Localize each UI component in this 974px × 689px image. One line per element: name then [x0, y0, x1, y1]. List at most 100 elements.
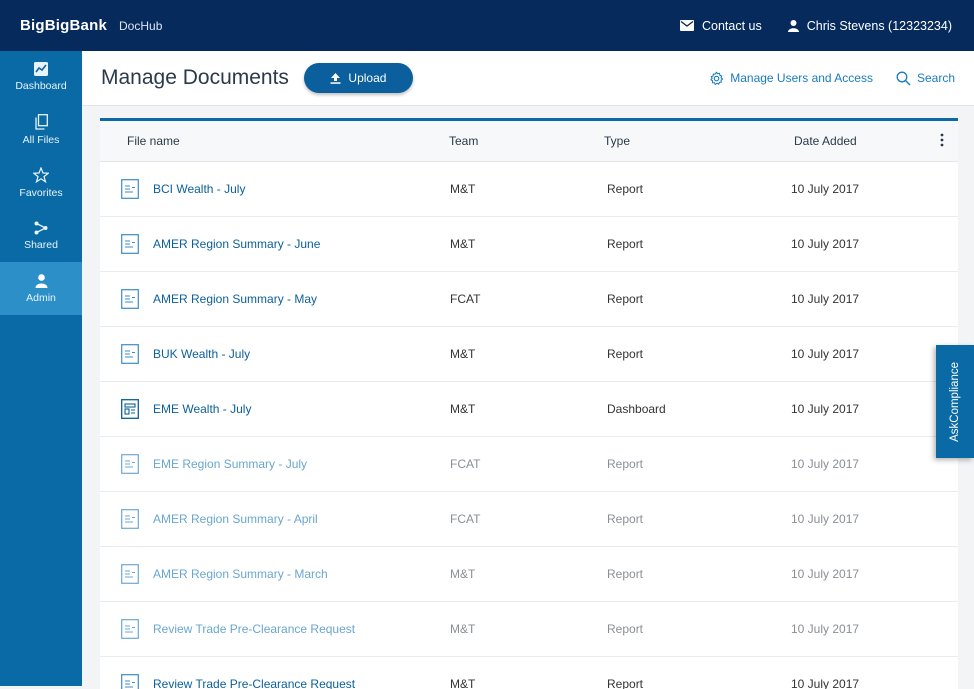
file-name-link[interactable]: BUK Wealth - July — [153, 327, 250, 381]
team-cell: M&T — [450, 402, 476, 416]
team-cell: M&T — [450, 677, 476, 689]
type-cell: Report — [607, 677, 644, 689]
share-icon — [34, 221, 48, 234]
document-icon — [121, 492, 139, 546]
top-right-links: Contact us Chris Stevens (12323234) — [680, 19, 952, 33]
date-added-cell: 10 July 2017 — [791, 677, 860, 689]
date-added-cell: 10 July 2017 — [791, 402, 860, 416]
document-icon — [121, 217, 139, 271]
type-cell: Report — [607, 512, 644, 526]
sidebar-item-label: Shared — [24, 238, 58, 251]
documents-table: File name Team Type Date Added BCI Wealt… — [100, 118, 958, 689]
document-icon — [121, 272, 139, 326]
file-name-link[interactable]: AMER Region Summary - April — [153, 492, 318, 546]
user-icon — [35, 273, 47, 288]
table-row[interactable]: AMER Region Summary - May FCAT Report 10 Ju… — [100, 272, 958, 327]
date-added-cell: 10 July 2017 — [791, 182, 860, 196]
more-options-icon[interactable] — [940, 133, 944, 147]
contact-us-label: Contact us — [702, 18, 762, 33]
type-cell: Report — [607, 457, 644, 471]
type-cell: Report — [607, 347, 644, 361]
team-cell: M&T — [450, 567, 476, 581]
table-row[interactable]: EME Wealth - July M&T Dashboard 10 July 201… — [100, 382, 958, 437]
user-icon — [787, 19, 799, 32]
file-name-link[interactable]: Review Trade Pre-Clearance Request — [153, 657, 355, 689]
table-row[interactable]: AMER Region Summary - March M&T Report 10 J… — [100, 547, 958, 602]
table-row[interactable]: Review Trade Pre-Clearance Request M&T Rep… — [100, 657, 958, 689]
search-link[interactable]: Search — [896, 71, 955, 86]
file-name-link[interactable]: EME Wealth - July — [153, 382, 251, 436]
search-icon — [896, 71, 911, 85]
date-added-cell: 10 July 2017 — [791, 622, 860, 636]
table-row[interactable]: Review Trade Pre-Clearance Request M&T Rep… — [100, 602, 958, 657]
document-icon — [121, 547, 139, 601]
dashboard-file-icon — [121, 382, 139, 436]
top-bar: BigBigBank DocHub Contact us Chris Steve… — [0, 0, 974, 51]
column-header-type[interactable]: Type — [604, 134, 630, 148]
user-menu[interactable]: Chris Stevens (12323234) — [787, 18, 952, 33]
table-body: BCI Wealth - July M&T Report 10 July 2017 AM… — [100, 162, 958, 689]
column-header-date-added[interactable]: Date Added — [794, 134, 857, 148]
mail-icon — [680, 20, 694, 31]
type-cell: Dashboard — [607, 402, 666, 416]
search-label: Search — [916, 71, 955, 85]
document-icon — [121, 657, 139, 689]
file-name-link[interactable]: BCI Wealth - July — [153, 162, 245, 216]
team-cell: FCAT — [450, 512, 481, 526]
manage-users-link[interactable]: Manage Users and Access — [709, 71, 873, 86]
table-row[interactable]: AMER Region Summary - April FCAT Report 10 … — [100, 492, 958, 547]
date-added-cell: 10 July 2017 — [791, 237, 860, 251]
table-header: File name Team Type Date Added — [100, 121, 958, 162]
sidebar-item-label: Dashboard — [15, 80, 67, 92]
page-title: Manage Documents — [101, 66, 289, 89]
app-name: DocHub — [119, 18, 163, 33]
ask-compliance-label: AskCompliance — [949, 361, 961, 442]
upload-label: Upload — [348, 71, 387, 85]
sidebar-item-all-files[interactable]: All Files — [0, 103, 82, 156]
file-name-link[interactable]: AMER Region Summary - March — [153, 547, 328, 601]
upload-button[interactable]: Upload — [303, 63, 413, 93]
document-icon — [121, 327, 139, 381]
type-cell: Report — [607, 182, 644, 196]
page-header: Manage Documents Upload Manage Users and… — [82, 51, 974, 106]
sidebar-item-favorites[interactable]: Favorites — [0, 156, 82, 209]
contact-us-link[interactable]: Contact us — [680, 19, 762, 33]
table-row[interactable]: BUK Wealth - July M&T Report 10 July 2017 — [100, 327, 958, 382]
upload-icon — [330, 72, 341, 84]
file-name-link[interactable]: AMER Region Summary - June — [153, 217, 320, 271]
table-row[interactable]: AMER Region Summary - June M&T Report 10 Ju… — [100, 217, 958, 272]
sidebar-item-dashboard[interactable]: Dashboard — [0, 51, 82, 103]
team-cell: FCAT — [450, 457, 481, 471]
star-icon — [33, 166, 49, 183]
document-icon — [121, 602, 139, 656]
team-cell: FCAT — [450, 292, 481, 306]
user-name: Chris Stevens (12323234) — [806, 18, 952, 33]
file-name-link[interactable]: AMER Region Summary - May — [153, 272, 317, 326]
file-name-link[interactable]: Review Trade Pre-Clearance Request — [153, 602, 355, 656]
file-name-link[interactable]: EME Region Summary - July — [153, 437, 307, 491]
header-actions: Manage Users and Access Search — [709, 71, 955, 86]
sidebar-item-admin[interactable]: Admin — [0, 262, 82, 315]
brand-logo[interactable]: BigBigBank — [20, 17, 107, 34]
column-header-team[interactable]: Team — [449, 134, 478, 148]
column-header-file-name[interactable]: File name — [127, 134, 180, 148]
team-cell: M&T — [450, 182, 476, 196]
manage-users-label: Manage Users and Access — [730, 71, 873, 85]
sidebar-item-label: All Files — [22, 133, 60, 146]
gear-icon — [710, 71, 724, 85]
files-icon — [34, 113, 48, 130]
date-added-cell: 10 July 2017 — [791, 567, 860, 581]
chart-icon — [34, 62, 48, 76]
sidebar-item-label: Admin — [26, 291, 56, 304]
ask-compliance-tab[interactable]: AskCompliance — [936, 345, 974, 458]
team-cell: M&T — [450, 622, 476, 636]
team-cell: M&T — [450, 237, 476, 251]
table-row[interactable]: BCI Wealth - July M&T Report 10 July 2017 — [100, 162, 958, 217]
date-added-cell: 10 July 2017 — [791, 457, 860, 471]
table-row[interactable]: EME Region Summary - July FCAT Report 10 Ju… — [100, 437, 958, 492]
sidebar-item-label: Favorites — [19, 186, 63, 199]
type-cell: Report — [607, 567, 644, 581]
sidebar-item-shared[interactable]: Shared — [0, 209, 82, 262]
date-added-cell: 10 July 2017 — [791, 347, 860, 361]
team-cell: M&T — [450, 347, 476, 361]
